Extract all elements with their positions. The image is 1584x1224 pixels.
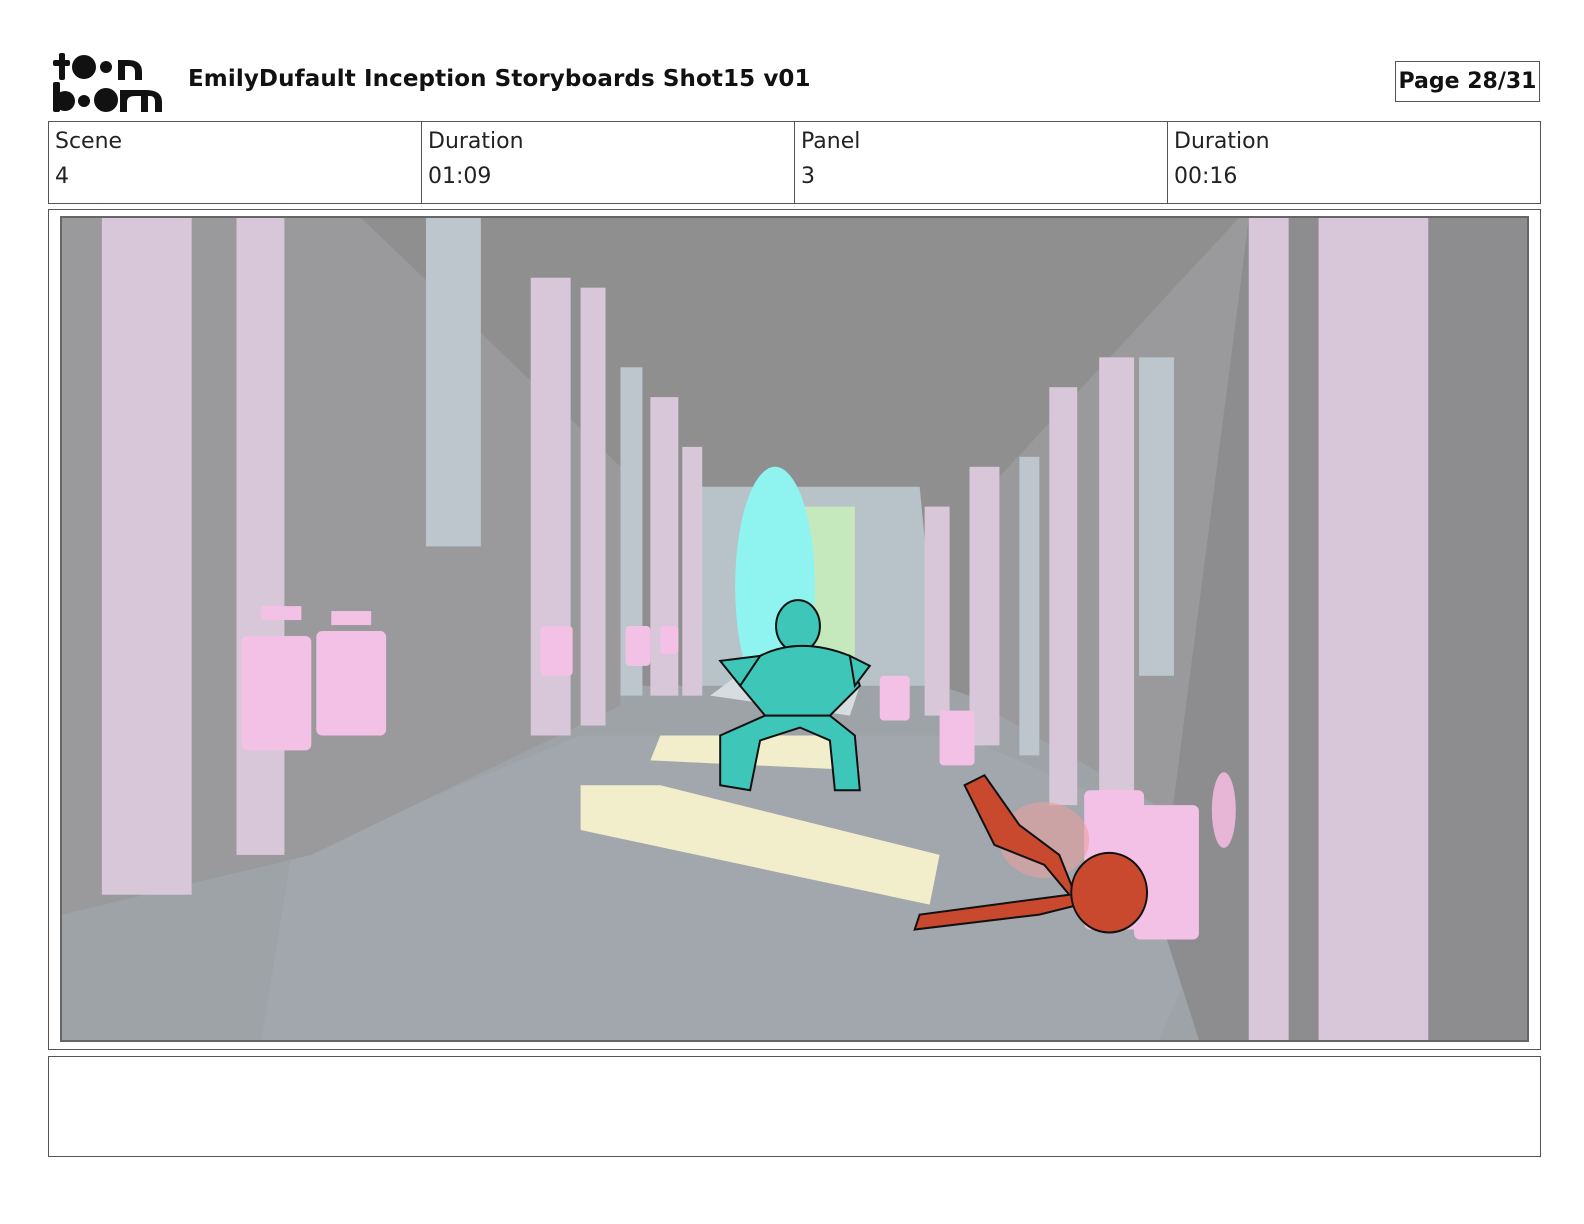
scene-duration-cell: Duration 01:09 xyxy=(422,122,795,203)
scene-duration-value: 01:09 xyxy=(428,164,492,189)
panel-duration-cell: Duration 00:16 xyxy=(1168,122,1540,203)
panel-value: 3 xyxy=(801,164,815,189)
scene-label: Scene xyxy=(55,129,123,154)
storyboard-panel-image xyxy=(60,216,1529,1042)
page-indicator: Page 28/31 xyxy=(1395,61,1540,102)
panel-duration-label: Duration xyxy=(1174,129,1270,154)
shot-info-table: Scene 4 Duration 01:09 Panel 3 Duration … xyxy=(48,121,1541,204)
scene-value: 4 xyxy=(55,164,69,189)
scene-duration-label: Duration xyxy=(428,129,524,154)
document-title: EmilyDufault Inception Storyboards Shot1… xyxy=(188,66,811,92)
scene-cell: Scene 4 xyxy=(49,122,422,203)
panel-notes xyxy=(48,1056,1541,1157)
panel-label: Panel xyxy=(801,129,861,154)
toon-boom-logo xyxy=(50,50,166,114)
panel-cell: Panel 3 xyxy=(795,122,1168,203)
panel-duration-value: 00:16 xyxy=(1174,164,1238,189)
